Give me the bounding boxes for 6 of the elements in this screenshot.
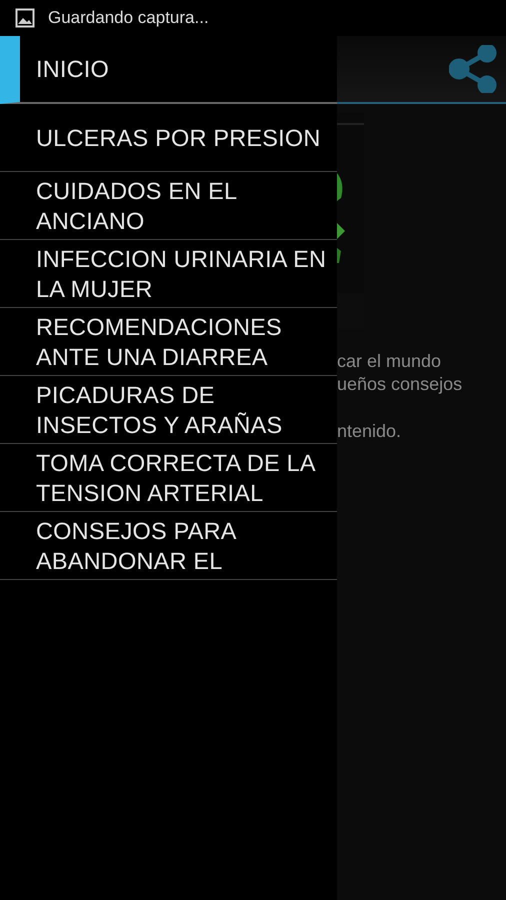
- image-icon: [15, 8, 35, 28]
- body-text: ueños consejos: [337, 373, 464, 396]
- share-icon[interactable]: [449, 45, 497, 93]
- body-text: ntenido.: [337, 420, 402, 443]
- body-text: car el mundo: [337, 350, 442, 373]
- notification-text: Guardando captura...: [48, 8, 209, 28]
